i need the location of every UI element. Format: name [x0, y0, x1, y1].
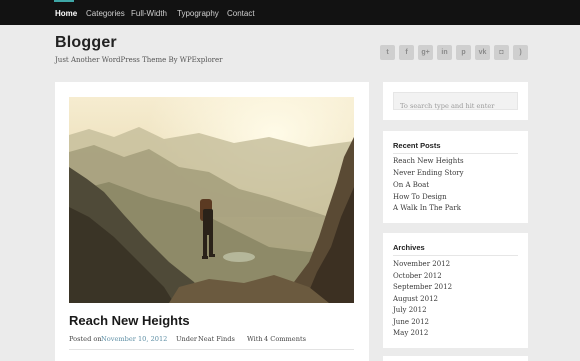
search-widget	[383, 82, 528, 120]
archive-link[interactable]: August 2012	[393, 295, 438, 303]
search-box	[393, 92, 518, 114]
search-input[interactable]	[394, 98, 517, 114]
recent-post-link[interactable]: Never Ending Story	[393, 169, 464, 177]
post-date[interactable]: November 10, 2012	[101, 335, 167, 343]
archive-link[interactable]: May 2012	[393, 329, 428, 337]
nav-item-full-width[interactable]: Full-Width	[131, 0, 167, 25]
archive-link[interactable]: September 2012	[393, 283, 452, 291]
recent-post-link[interactable]: Reach New Heights	[393, 157, 464, 165]
instagram-icon[interactable]: ◘	[494, 45, 509, 60]
widget-divider	[393, 255, 518, 256]
google-plus-icon[interactable]: g+	[418, 45, 433, 60]
recent-posts-widget: Recent Posts Reach New Heights Never End…	[383, 131, 528, 223]
archives-widget: Archives November 2012 October 2012 Sept…	[383, 233, 528, 348]
recent-post-link[interactable]: How To Design	[393, 193, 447, 201]
vk-icon[interactable]: vk	[475, 45, 490, 60]
post-featured-image[interactable]	[69, 97, 354, 303]
nav-item-home[interactable]: Home	[55, 0, 77, 25]
facebook-icon[interactable]: f	[399, 45, 414, 60]
recent-post-link[interactable]: A Walk In The Park	[393, 204, 461, 212]
top-navigation: Home Categories Full-Width Typography Co…	[0, 0, 580, 25]
post-meta-divider	[69, 349, 354, 350]
next-widget	[383, 356, 528, 361]
nav-item-contact[interactable]: Contact	[227, 0, 255, 25]
nav-item-typography[interactable]: Typography	[177, 0, 219, 25]
post-date-label: Posted on	[69, 335, 102, 343]
archive-link[interactable]: November 2012	[393, 260, 450, 268]
post-comments-link[interactable]: 4 Comments	[264, 335, 306, 343]
twitter-icon[interactable]: t	[380, 45, 395, 60]
nav-item-categories[interactable]: Categories	[86, 0, 125, 25]
post-category-label: Under	[176, 335, 198, 343]
pinterest-icon[interactable]: p	[456, 45, 471, 60]
recent-post-link[interactable]: On A Boat	[393, 181, 429, 189]
post-title[interactable]: Reach New Heights	[69, 313, 190, 328]
recent-posts-title: Recent Posts	[393, 141, 441, 150]
archives-title: Archives	[393, 243, 425, 252]
post-category-link[interactable]: Neat Finds	[198, 335, 235, 343]
archive-link[interactable]: October 2012	[393, 272, 442, 280]
rss-icon[interactable]: )	[513, 45, 528, 60]
archive-link[interactable]: July 2012	[393, 306, 427, 314]
site-tagline: Just Another WordPress Theme By WPExplor…	[55, 56, 223, 64]
post-card: Reach New Heights Posted on November 10,…	[55, 82, 369, 361]
site-title[interactable]: Blogger	[55, 34, 117, 52]
post-comments-label: With	[247, 335, 263, 343]
linkedin-icon[interactable]: in	[437, 45, 452, 60]
archive-link[interactable]: June 2012	[393, 318, 429, 326]
widget-divider	[393, 153, 518, 154]
